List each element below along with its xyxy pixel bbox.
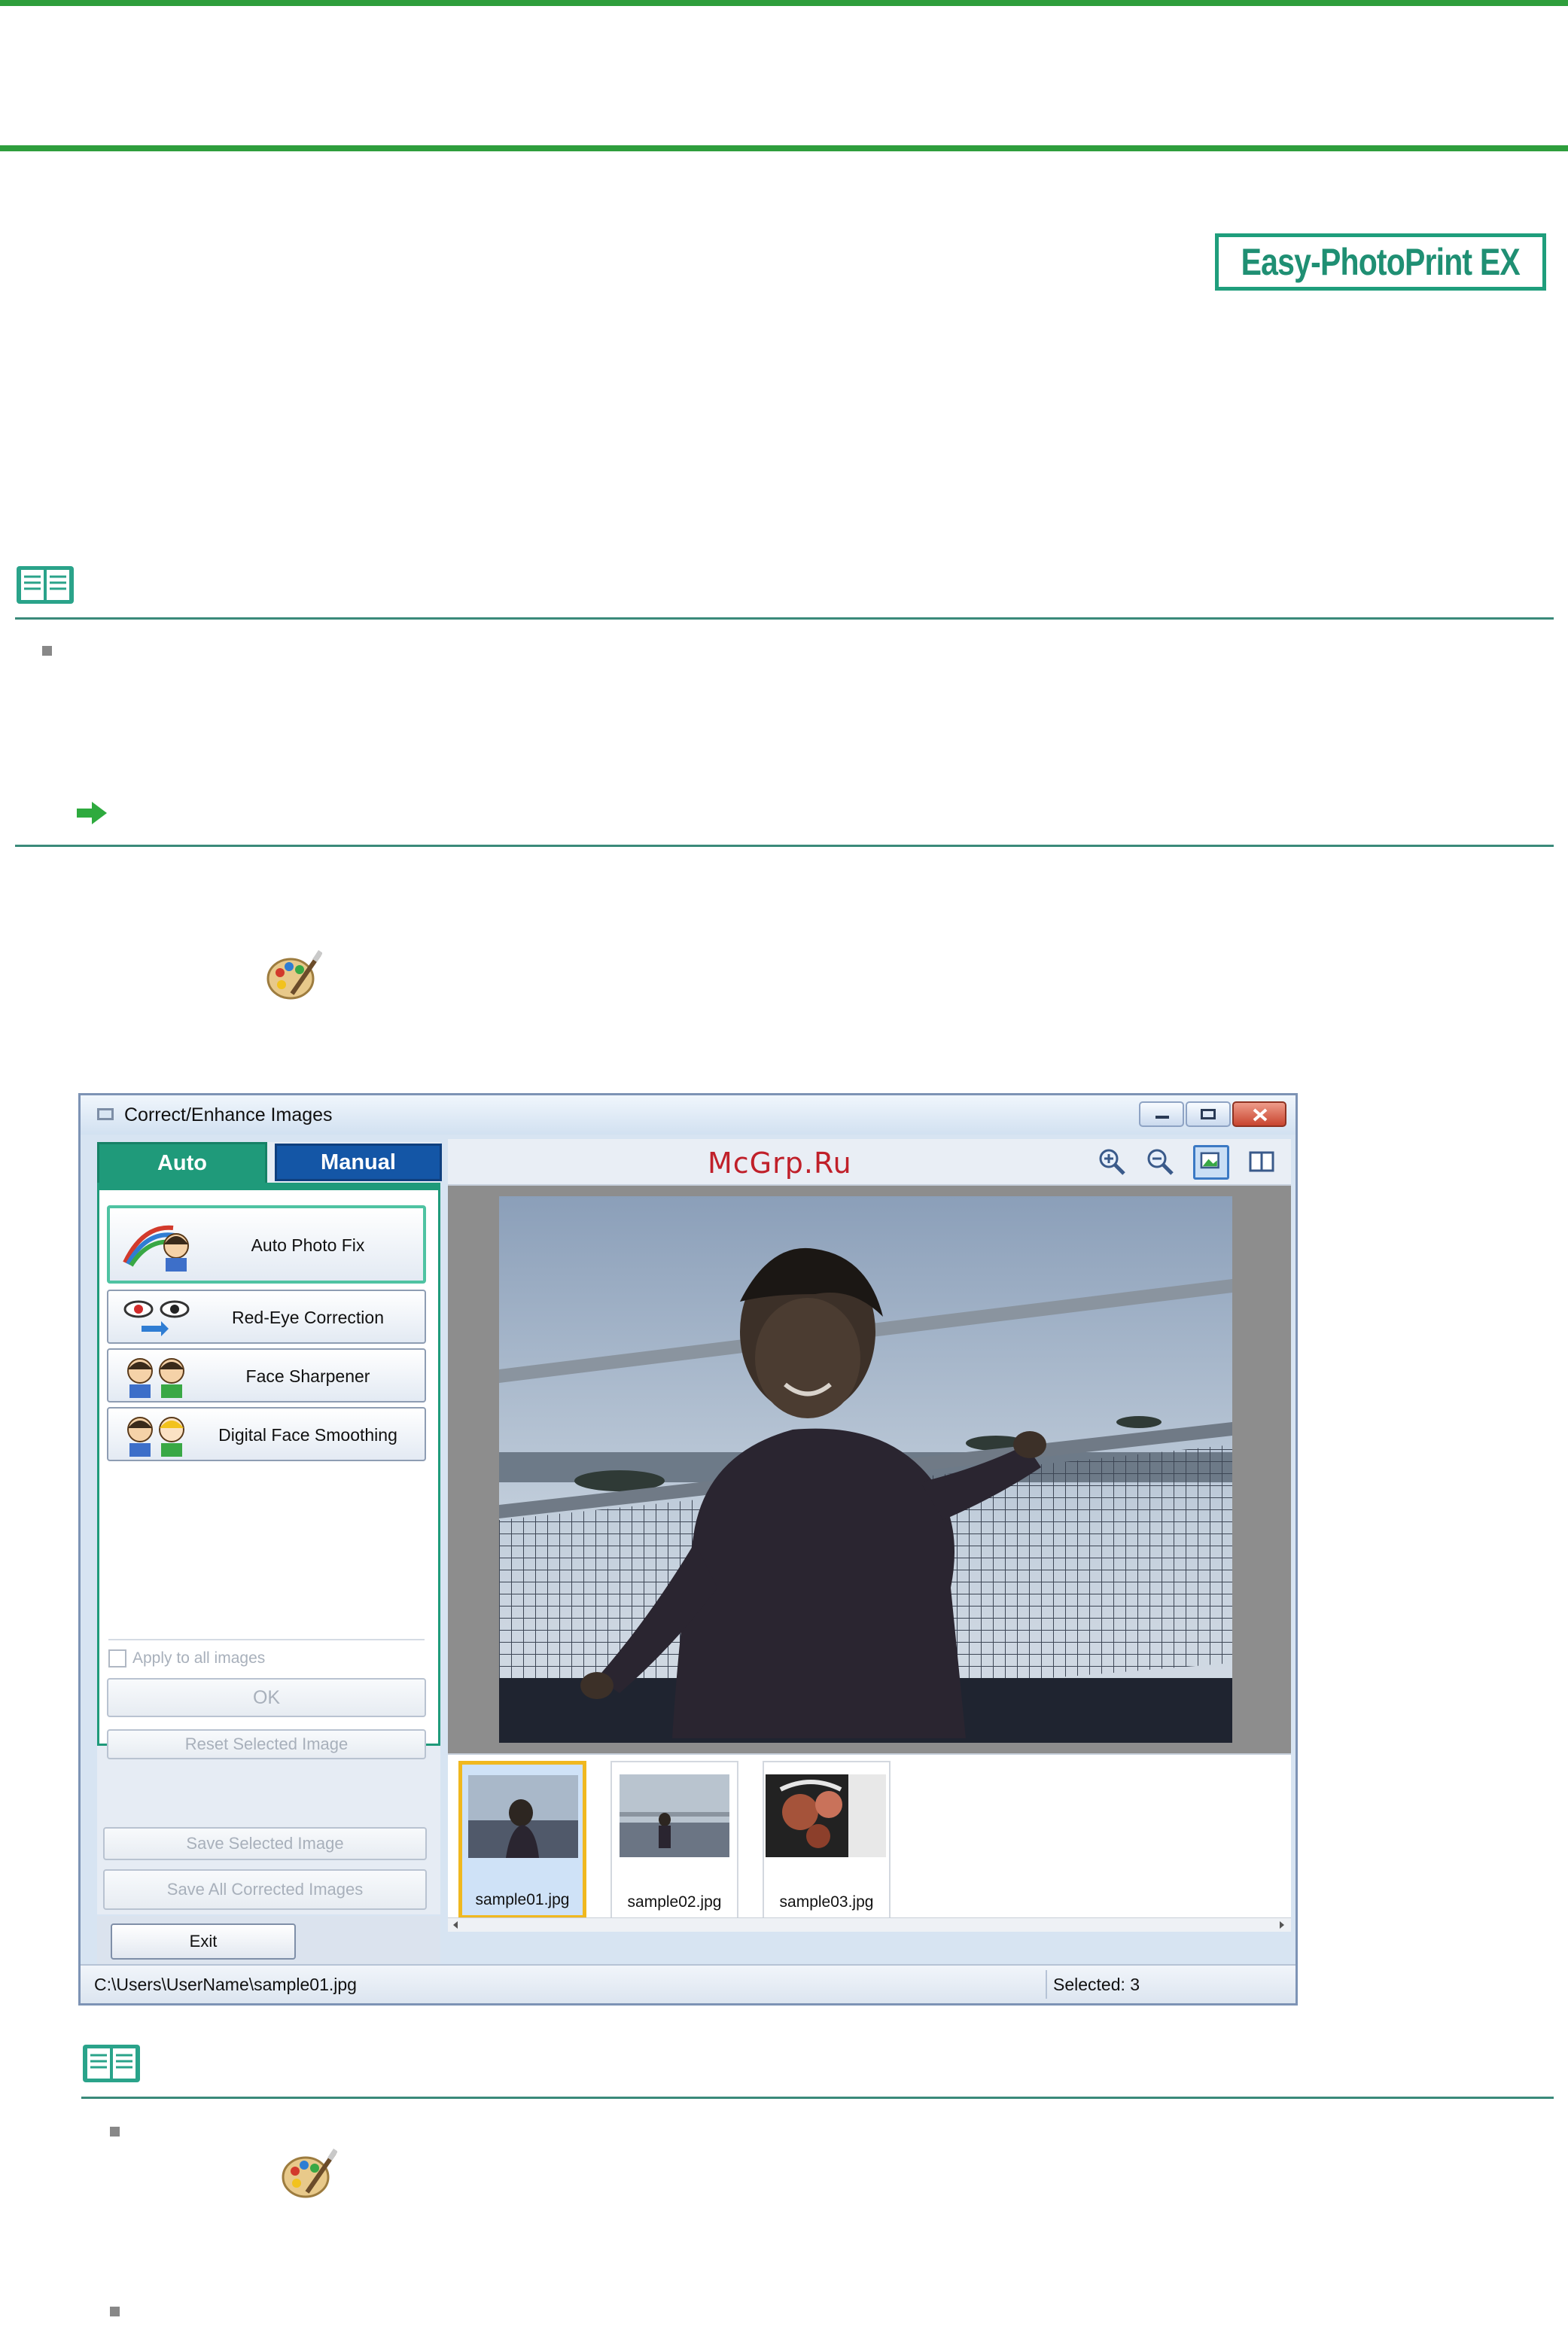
exit-button[interactable]: Exit bbox=[111, 1923, 296, 1960]
preview-area bbox=[448, 1186, 1291, 1753]
note2-top-rule bbox=[81, 2097, 1554, 2099]
apply-all-label: Apply to all images bbox=[132, 1649, 266, 1667]
digital-face-smoothing-label: Digital Face Smoothing bbox=[218, 1425, 397, 1445]
preview-toolbar: McGrp.Ru bbox=[448, 1139, 1291, 1186]
thumbnail-caption: sample01.jpg bbox=[475, 1891, 570, 1908]
product-badge: Easy-PhotoPrint EX bbox=[1215, 233, 1546, 291]
close-button[interactable] bbox=[1232, 1101, 1286, 1127]
note-book-icon-2 bbox=[83, 2045, 140, 2082]
thumbnail-caption: sample02.jpg bbox=[627, 1893, 722, 1911]
exit-area: Exit bbox=[97, 1916, 440, 1964]
digital-face-smoothing-button[interactable]: Digital Face Smoothing bbox=[107, 1407, 426, 1461]
header-top-rule bbox=[0, 0, 1568, 6]
tab-manual[interactable]: Manual bbox=[275, 1144, 442, 1181]
status-path: C:\Users\UserName\sample01.jpg bbox=[94, 1975, 357, 1994]
preview-image bbox=[499, 1196, 1232, 1743]
save-all-corrected-images-button[interactable]: Save All Corrected Images bbox=[103, 1869, 427, 1910]
window-title: Correct/Enhance Images bbox=[124, 1104, 333, 1125]
close-icon bbox=[1253, 1108, 1268, 1122]
thumbnail-caption: sample03.jpg bbox=[779, 1893, 874, 1911]
arrow-right-icon[interactable] bbox=[75, 800, 108, 826]
face-smoothing-icon bbox=[127, 1417, 184, 1457]
ok-button[interactable]: OK bbox=[107, 1678, 426, 1717]
thumbnail-image bbox=[766, 1774, 886, 1857]
note2-bullet-1 bbox=[110, 2127, 120, 2137]
zoom-in-icon[interactable] bbox=[1094, 1145, 1130, 1180]
thumbnail-strip: sample01.jpg sample02.jpg sample03.jpg bbox=[448, 1753, 1291, 1922]
face-sharpener-label: Face Sharpener bbox=[245, 1366, 370, 1386]
status-separator bbox=[1046, 1970, 1047, 1999]
auto-photo-fix-label: Auto Photo Fix bbox=[251, 1235, 365, 1255]
maximize-button[interactable] bbox=[1186, 1101, 1231, 1127]
status-selected-count: Selected: 3 bbox=[1053, 1975, 1140, 1994]
header-bottom-rule bbox=[0, 145, 1568, 151]
scroll-left-icon[interactable] bbox=[451, 1920, 460, 1929]
palette-icon bbox=[266, 950, 322, 1000]
red-eye-correction-button[interactable]: Red-Eye Correction bbox=[107, 1290, 426, 1344]
note-bottom-rule bbox=[15, 845, 1554, 847]
thumbnail-sample02[interactable]: sample02.jpg bbox=[610, 1761, 738, 1919]
red-eye-correction-label: Red-Eye Correction bbox=[232, 1308, 384, 1327]
auto-tab-panel: Auto Photo Fix Red-Eye Correction Face S… bbox=[97, 1183, 440, 1759]
panel-divider bbox=[108, 1639, 425, 1640]
compare-view-icon[interactable] bbox=[1244, 1145, 1280, 1180]
note-top-rule bbox=[15, 617, 1554, 620]
note-book-icon bbox=[17, 566, 74, 604]
note2-bullet-2 bbox=[110, 2307, 120, 2316]
face-sharpener-icon bbox=[127, 1358, 184, 1398]
thumbnail-sample01[interactable]: sample01.jpg bbox=[458, 1761, 586, 1919]
save-selected-image-button[interactable]: Save Selected Image bbox=[103, 1827, 427, 1860]
scroll-right-icon[interactable] bbox=[1277, 1920, 1286, 1929]
app-icon bbox=[97, 1108, 114, 1120]
note-bullet bbox=[42, 646, 52, 656]
whole-image-view-icon[interactable] bbox=[1193, 1145, 1229, 1180]
minimize-button[interactable] bbox=[1139, 1101, 1184, 1127]
main-area: McGrp.Ru sample01.jpg sample02.jpg sampl… bbox=[448, 1139, 1291, 1932]
watermark-text: McGrp.Ru bbox=[708, 1147, 852, 1180]
thumbnail-image bbox=[620, 1774, 729, 1857]
tab-auto[interactable]: Auto bbox=[97, 1142, 267, 1183]
palette-icon-2 bbox=[282, 2149, 337, 2198]
window-titlebar: Correct/Enhance Images bbox=[81, 1095, 1296, 1134]
red-eye-icon bbox=[123, 1300, 190, 1336]
apply-all-checkbox[interactable] bbox=[108, 1649, 126, 1667]
thumbnail-sample03[interactable]: sample03.jpg bbox=[763, 1761, 891, 1919]
zoom-out-icon[interactable] bbox=[1142, 1145, 1178, 1180]
auto-photo-fix-button[interactable]: Auto Photo Fix bbox=[107, 1205, 426, 1284]
face-sharpener-button[interactable]: Face Sharpener bbox=[107, 1348, 426, 1403]
reset-selected-image-button[interactable]: Reset Selected Image bbox=[107, 1729, 426, 1759]
product-badge-text: Easy-PhotoPrint EX bbox=[1241, 241, 1521, 283]
status-bar: C:\Users\UserName\sample01.jpg Selected:… bbox=[81, 1964, 1296, 2003]
correct-enhance-window: Correct/Enhance Images Auto Manual Auto … bbox=[78, 1093, 1298, 2006]
left-panel: Auto Manual Auto Photo Fix Red-Eye Corre… bbox=[97, 1142, 442, 1914]
thumbnail-image bbox=[468, 1775, 578, 1858]
auto-photo-fix-icon bbox=[123, 1225, 189, 1272]
thumbnail-scrollbar[interactable] bbox=[448, 1917, 1291, 1932]
